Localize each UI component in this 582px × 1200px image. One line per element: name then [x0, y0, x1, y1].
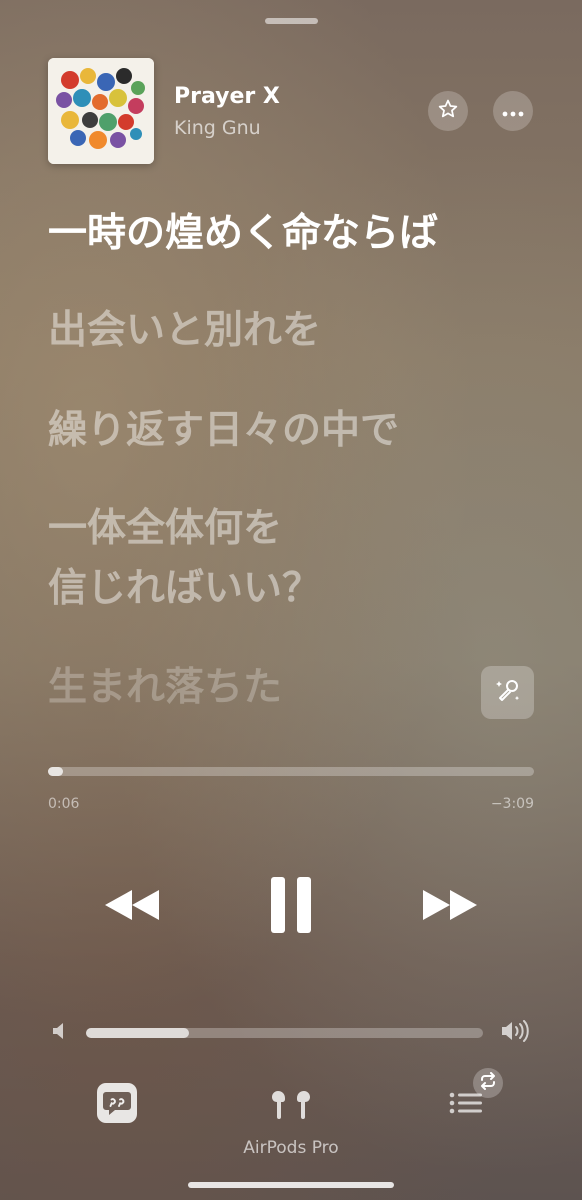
sing-button[interactable] [481, 666, 534, 719]
favorite-button[interactable] [428, 91, 468, 131]
home-indicator[interactable] [188, 1182, 394, 1188]
lyric-line-active[interactable]: 一時の煌めく命ならば [48, 209, 438, 259]
lyrics-button[interactable] [92, 1082, 142, 1128]
more-button[interactable] [493, 91, 533, 131]
lyrics-bubble-icon [95, 1081, 139, 1129]
lyric-line[interactable]: 繰り返す日々の中で [48, 406, 399, 456]
playback-progress-fill [48, 767, 63, 776]
microphone-sparkle-icon [493, 676, 523, 710]
sheet-grabber[interactable] [265, 18, 318, 24]
output-device-label[interactable]: AirPods Pro [0, 1138, 582, 1158]
remaining-time: −3:09 [490, 796, 534, 812]
ellipsis-icon [502, 102, 524, 121]
airplay-button[interactable] [265, 1086, 317, 1126]
repeat-badge[interactable] [473, 1068, 503, 1098]
lyric-line[interactable]: 信じればいい？ [48, 564, 321, 614]
backward-icon [101, 887, 163, 927]
forward-icon [419, 887, 481, 927]
track-artist[interactable]: King Gnu [174, 117, 261, 139]
airpods-icon [269, 1087, 313, 1125]
lyric-line[interactable]: 生まれ落ちた [48, 663, 282, 713]
repeat-icon [478, 1072, 498, 1094]
previous-button[interactable] [96, 882, 168, 932]
speaker-low-icon [51, 1022, 67, 1044]
lyric-line[interactable]: 出会いと別れを [48, 306, 321, 356]
star-icon [437, 98, 459, 124]
speaker-high-icon [500, 1020, 532, 1046]
elapsed-time: 0:06 [48, 796, 80, 812]
next-button[interactable] [414, 882, 486, 932]
lyric-line[interactable]: 一体全体何を [48, 504, 282, 554]
pause-button[interactable] [260, 872, 322, 942]
pause-icon [267, 875, 315, 939]
volume-max [498, 1018, 534, 1048]
album-artwork [48, 58, 154, 164]
volume-min [48, 1020, 70, 1046]
playback-scrubber[interactable] [48, 767, 534, 776]
track-title[interactable]: Prayer X [174, 84, 280, 109]
volume-slider[interactable] [86, 1028, 483, 1038]
volume-level-fill [86, 1028, 190, 1038]
